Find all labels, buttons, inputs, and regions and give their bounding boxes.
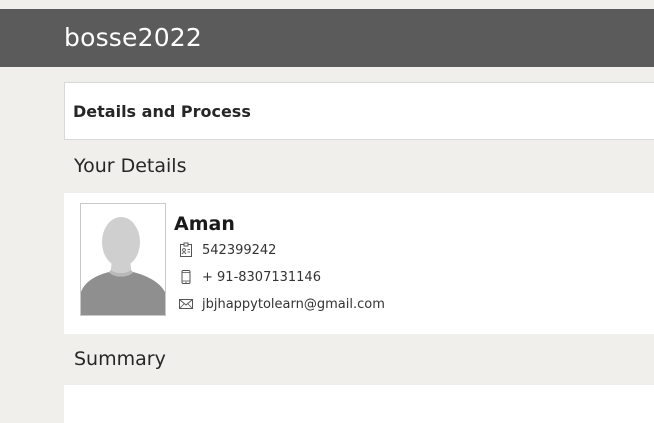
profile-panel: Aman 542399242 + 91-8307131146 jbjhappyt… — [64, 193, 654, 334]
app-header: bosse2022 — [0, 9, 654, 67]
phone-row: + 91-8307131146 — [178, 267, 321, 287]
summary-title: Summary — [74, 348, 166, 370]
id-number-row: 542399242 — [178, 240, 276, 260]
top-strip — [0, 0, 654, 9]
email-text: jbjhappytolearn@gmail.com — [202, 296, 385, 312]
email-row: jbjhappytolearn@gmail.com — [178, 294, 385, 314]
summary-panel — [64, 385, 654, 423]
avatar — [80, 203, 166, 316]
profile-name: Aman — [174, 213, 235, 235]
id-card-icon — [178, 242, 194, 258]
details-and-process-card: Details and Process — [64, 82, 654, 140]
user-silhouette-icon — [81, 204, 165, 315]
mobile-phone-icon — [178, 269, 194, 285]
details-and-process-heading: Details and Process — [73, 102, 251, 121]
app-title: bosse2022 — [64, 23, 203, 52]
id-number-text: 542399242 — [202, 242, 277, 258]
envelope-icon — [178, 296, 194, 312]
your-details-title: Your Details — [74, 155, 187, 177]
phone-text: + 91-8307131146 — [202, 269, 321, 285]
